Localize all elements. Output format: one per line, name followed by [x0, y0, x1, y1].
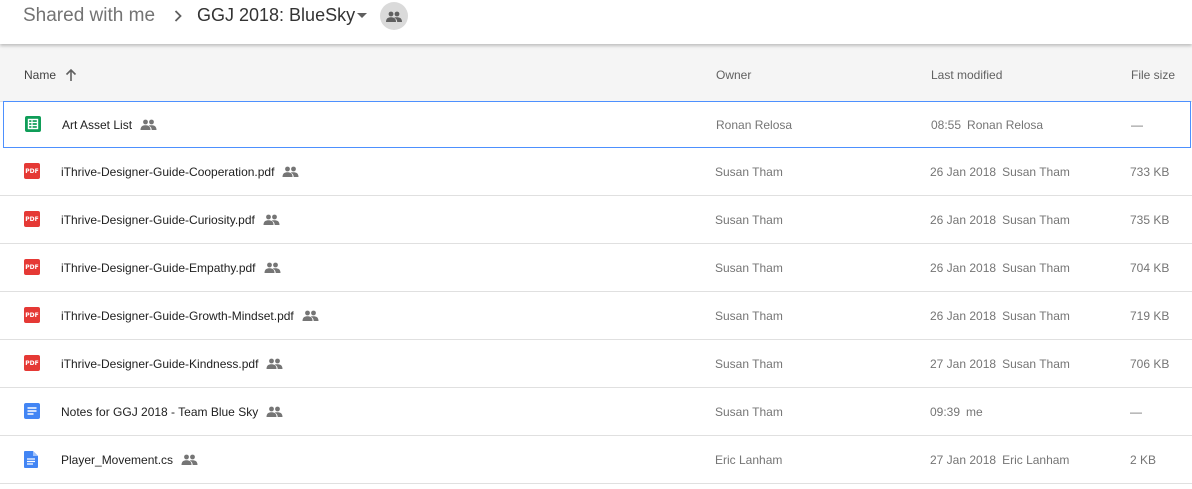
file-owner: Eric Lanham [715, 453, 783, 467]
file-name: iThrive-Designer-Guide-Empathy.pdf [61, 261, 281, 275]
text-file-icon [24, 451, 42, 468]
file-last-modified: 09:39 me [930, 405, 983, 419]
file-owner: Susan Tham [715, 165, 783, 179]
pdf-icon: PDF [24, 163, 42, 179]
column-name-header[interactable]: Name [24, 68, 56, 82]
file-name: Art Asset List [62, 118, 157, 132]
docs-icon [24, 403, 42, 419]
file-row[interactable]: Notes for GGJ 2018 - Team Blue Sky Susan… [0, 388, 1192, 436]
file-last-modified: 26 Jan 2018 Susan Tham [930, 309, 1070, 323]
file-size: 735 KB [1130, 213, 1170, 227]
people-icon [181, 454, 198, 465]
file-name: iThrive-Designer-Guide-Growth-Mindset.pd… [61, 309, 319, 323]
pdf-icon: PDF [24, 211, 42, 227]
file-size: 733 KB [1130, 165, 1170, 179]
file-last-modified: 27 Jan 2018 Eric Lanham [930, 453, 1070, 467]
people-icon [263, 214, 280, 225]
file-last-modified: 26 Jan 2018 Susan Tham [930, 213, 1070, 227]
breadcrumb-shared-with-me[interactable]: Shared with me [23, 5, 155, 27]
caret-down-icon[interactable] [357, 13, 367, 18]
file-size: 2 KB [1130, 453, 1157, 467]
breadcrumb-bar: Shared with me GGJ 2018: BlueSky [0, 0, 1192, 44]
file-owner: Susan Tham [715, 213, 783, 227]
column-last-modified-header[interactable]: Last modified [931, 68, 1002, 82]
people-icon [140, 119, 157, 130]
people-icon [282, 166, 299, 177]
file-row[interactable]: PDF iThrive-Designer-Guide-Cooperation.p… [0, 148, 1192, 196]
file-name: Player_Movement.cs [61, 453, 198, 467]
arrow-up-icon[interactable] [64, 68, 78, 82]
file-size: 719 KB [1130, 309, 1170, 323]
people-icon [264, 262, 281, 273]
people-icon [302, 310, 319, 321]
people-icon [266, 406, 283, 417]
file-name: iThrive-Designer-Guide-Curiosity.pdf [61, 213, 280, 227]
file-owner: Susan Tham [715, 309, 783, 323]
file-owner: Susan Tham [715, 405, 783, 419]
file-name: iThrive-Designer-Guide-Kindness.pdf [61, 357, 283, 371]
breadcrumb-current-folder[interactable]: GGJ 2018: BlueSky [197, 5, 355, 26]
file-row[interactable]: Player_Movement.cs Eric Lanham 27 Jan 20… [0, 436, 1192, 484]
file-size: 704 KB [1130, 261, 1170, 275]
file-name: Notes for GGJ 2018 - Team Blue Sky [61, 405, 283, 419]
column-header-row: Name Owner Last modified File size [0, 44, 1192, 102]
file-last-modified: 26 Jan 2018 Susan Tham [930, 261, 1070, 275]
shared-folder-button[interactable] [380, 2, 408, 30]
file-row[interactable]: PDF iThrive-Designer-Guide-Curiosity.pdf… [0, 196, 1192, 244]
pdf-icon: PDF [24, 355, 42, 371]
sheets-icon [25, 116, 43, 132]
file-size: — [1130, 405, 1142, 419]
file-list: Art Asset List Ronan Relosa 08:55 Ronan R… [0, 101, 1192, 484]
column-owner-header[interactable]: Owner [716, 68, 751, 82]
chevron-right-icon [174, 10, 182, 22]
people-icon [266, 358, 283, 369]
pdf-icon: PDF [24, 259, 42, 275]
file-owner: Ronan Relosa [716, 118, 793, 132]
file-last-modified: 27 Jan 2018 Susan Tham [930, 357, 1070, 371]
file-last-modified: 26 Jan 2018 Susan Tham [930, 165, 1070, 179]
pdf-icon: PDF [24, 307, 42, 323]
people-icon [386, 11, 402, 22]
file-row[interactable]: PDF iThrive-Designer-Guide-Kindness.pdf … [0, 340, 1192, 388]
file-owner: Susan Tham [715, 357, 783, 371]
file-last-modified: 08:55 Ronan Relosa [931, 118, 1044, 132]
file-name: iThrive-Designer-Guide-Cooperation.pdf [61, 165, 299, 179]
file-size: 706 KB [1130, 357, 1170, 371]
file-owner: Susan Tham [715, 261, 783, 275]
file-row[interactable]: PDF iThrive-Designer-Guide-Empathy.pdf S… [0, 244, 1192, 292]
file-row[interactable]: Art Asset List Ronan Relosa 08:55 Ronan R… [3, 101, 1191, 148]
file-row[interactable]: PDF iThrive-Designer-Guide-Growth-Mindse… [0, 292, 1192, 340]
column-file-size-header[interactable]: File size [1131, 68, 1175, 82]
file-size: — [1131, 118, 1143, 132]
